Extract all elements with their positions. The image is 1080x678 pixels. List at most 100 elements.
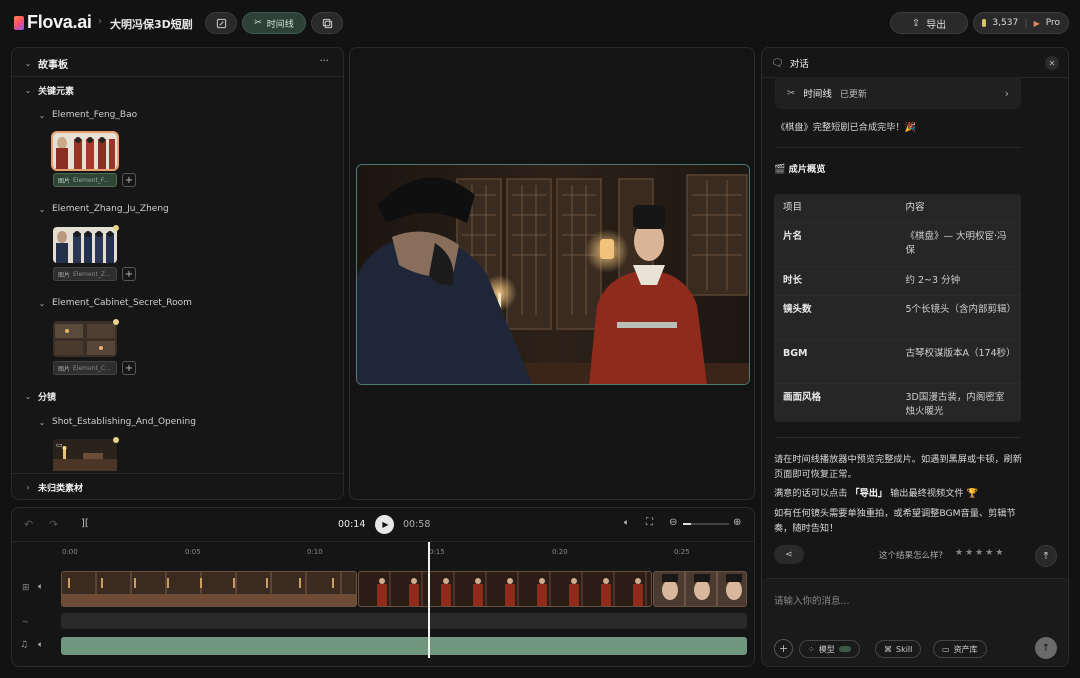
tag-kind: 图片 <box>58 271 71 279</box>
fullscreen-icon[interactable]: ⛶ <box>646 517 653 528</box>
logo[interactable]: Flova.ai <box>14 12 92 33</box>
table-header-row: 项目 内容 <box>774 194 1021 223</box>
chevron-down-icon: ⌄ <box>38 298 46 308</box>
element-thumbnail[interactable] <box>53 227 117 263</box>
duplicate-button[interactable] <box>311 12 343 34</box>
shot-item-header[interactable]: ⌄ Shot_Establishing_And_Opening <box>38 417 196 427</box>
add-tag-button[interactable]: + <box>122 267 136 281</box>
shot-thumbnail[interactable]: ▭ <box>53 439 117 471</box>
zoom-slider[interactable] <box>683 523 729 525</box>
video-preview[interactable] <box>356 164 750 385</box>
element-item-header[interactable]: ⌄ Element_Zhang_Ju_Zheng <box>38 204 169 214</box>
redo-icon[interactable]: ↷ <box>49 518 58 531</box>
video-clip[interactable] <box>358 571 652 607</box>
close-button[interactable]: ✕ <box>1045 56 1059 70</box>
star-icon[interactable]: ★ <box>985 548 993 558</box>
element-tag[interactable]: 图片 Element_C... <box>53 361 117 375</box>
audio-track[interactable] <box>61 613 747 629</box>
send-button[interactable]: ↑ <box>1035 637 1057 659</box>
shots-header[interactable]: ⌄ 分镜 <box>24 390 56 403</box>
divider <box>12 541 754 542</box>
arrow-up-icon: ↑ <box>1041 642 1051 654</box>
card-label: 时间线 <box>803 89 832 100</box>
star-icon[interactable]: ★ <box>995 548 1003 558</box>
element-item-header[interactable]: ⌄ Element_Cabinet_Secret_Room <box>38 298 192 308</box>
divider <box>775 437 1021 438</box>
attach-button[interactable]: + <box>774 639 793 658</box>
playhead[interactable] <box>428 542 430 658</box>
row-key: 片名 <box>774 222 897 267</box>
volume-icon[interactable]: 🔈︎ <box>624 518 629 528</box>
row-key: BGM <box>774 339 897 384</box>
status-dot <box>113 319 119 325</box>
rating-stars[interactable]: ★ ★ ★ ★ ★ <box>955 548 1003 558</box>
video-clip[interactable] <box>61 571 357 607</box>
model-chip[interactable]: ⁘ 模型 <box>799 640 860 658</box>
undo-icon[interactable]: ↶ <box>24 518 33 531</box>
add-tag-button[interactable]: + <box>122 173 136 187</box>
add-tag-button[interactable]: + <box>122 361 136 375</box>
element-tag[interactable]: 图片 Element_Z... <box>53 267 117 281</box>
star-icon[interactable]: ★ <box>965 548 973 558</box>
tag-kind: 图片 <box>58 177 71 185</box>
play-button[interactable]: ▶ <box>375 515 394 534</box>
done-message: 《棋盘》完整短剧已合成完毕！🎉 <box>776 122 917 133</box>
composer: 请输入你的消息... + ⁘ 模型 ⌘ Skill ▭ 资产库 ↑ <box>762 578 1068 666</box>
frame-icon <box>216 18 226 28</box>
chat-panel: 🗨︎ 对话 ✕ ✂ 时间线 已更新 › 《棋盘》完整短剧已合成完毕！🎉 🎬 成片… <box>761 47 1069 667</box>
element-item-header[interactable]: ⌄ Element_Feng_Bao <box>38 110 137 120</box>
row-key: 画面风格 <box>783 392 822 403</box>
element-tag[interactable]: 图片 Element_F... <box>53 173 117 187</box>
share-button[interactable]: ⋖ <box>774 545 804 564</box>
zoom-out-icon[interactable]: ⊖ <box>669 517 677 528</box>
row-key: 镜头数 <box>774 295 897 340</box>
chevron-down-icon: ⌄ <box>24 392 32 401</box>
timeline-update-card[interactable]: ✂ 时间线 已更新 › <box>775 77 1021 109</box>
chevron-down-icon: ⌄ <box>38 417 46 427</box>
video-track-volume-icon[interactable]: 🔈︎ <box>38 582 43 592</box>
more-options-icon[interactable]: ··· <box>319 56 329 67</box>
star-icon[interactable]: ★ <box>975 548 983 558</box>
chevron-down-icon: ⌄ <box>24 86 32 95</box>
upload-icon: ⇪ <box>911 17 921 29</box>
tab-timeline[interactable]: ✂ 时间线 <box>242 12 306 34</box>
chat-bubble-icon: 🗨︎ <box>771 57 784 69</box>
clip-frames-image <box>62 578 356 606</box>
row-value: 3D国漫古装，内阁密室烛火暖光 <box>905 392 1005 417</box>
split-icon[interactable]: ][ <box>81 518 89 529</box>
table-row: BGM 古琴权谋版本A（174秒） <box>774 339 1021 384</box>
arrow-up-icon: ⤒ <box>1043 550 1049 562</box>
column-header: 项目 <box>774 194 897 223</box>
assets-chip[interactable]: ▭ 资产库 <box>933 640 987 658</box>
credits-pill[interactable]: 3,537 | ▶ Pro <box>973 12 1069 34</box>
scroll-top-button[interactable]: ⤒ <box>1035 545 1057 567</box>
export-button[interactable]: ⇪ 导出 <box>890 12 968 34</box>
storyboard-view-button[interactable] <box>205 12 237 34</box>
key-elements-header[interactable]: ⌄ 关键元素 <box>24 84 74 97</box>
element-thumbnail[interactable] <box>51 131 119 171</box>
copy-icon <box>322 18 332 28</box>
status-dot <box>113 225 119 231</box>
storyboard-header[interactable]: ⌄ 故事板 <box>24 56 68 71</box>
play-icon: ▶ <box>382 520 389 529</box>
video-clip[interactable] <box>653 571 747 607</box>
music-track-volume-icon[interactable]: 🔈︎ <box>38 640 43 650</box>
chat-title: 对话 <box>789 59 809 70</box>
time-tick: 0:05 <box>185 548 201 556</box>
zoom-in-icon[interactable]: ⊕ <box>733 517 741 528</box>
zoom-slider-fill <box>683 523 691 525</box>
skill-chip[interactable]: ⌘ Skill <box>875 640 922 658</box>
message-input[interactable]: 请输入你的消息... <box>774 593 850 607</box>
music-clip[interactable] <box>61 637 747 655</box>
table-row: 镜头数 5个长镜头（含内部剪辑） <box>774 295 1021 340</box>
add-track-icon[interactable]: ⊞ <box>22 583 30 593</box>
uncategorized-label: 未归类素材 <box>38 484 84 494</box>
divider <box>12 473 343 474</box>
chevron-right-icon: › <box>1004 86 1009 100</box>
shot-name: Shot_Establishing_And_Opening <box>52 417 196 427</box>
element-thumbnail[interactable] <box>53 321 117 357</box>
plan-badge: Pro <box>1045 18 1060 28</box>
star-icon[interactable]: ★ <box>955 548 963 558</box>
uncategorized-header[interactable]: › 未归类素材 <box>24 481 83 494</box>
plus-icon: + <box>124 268 134 280</box>
